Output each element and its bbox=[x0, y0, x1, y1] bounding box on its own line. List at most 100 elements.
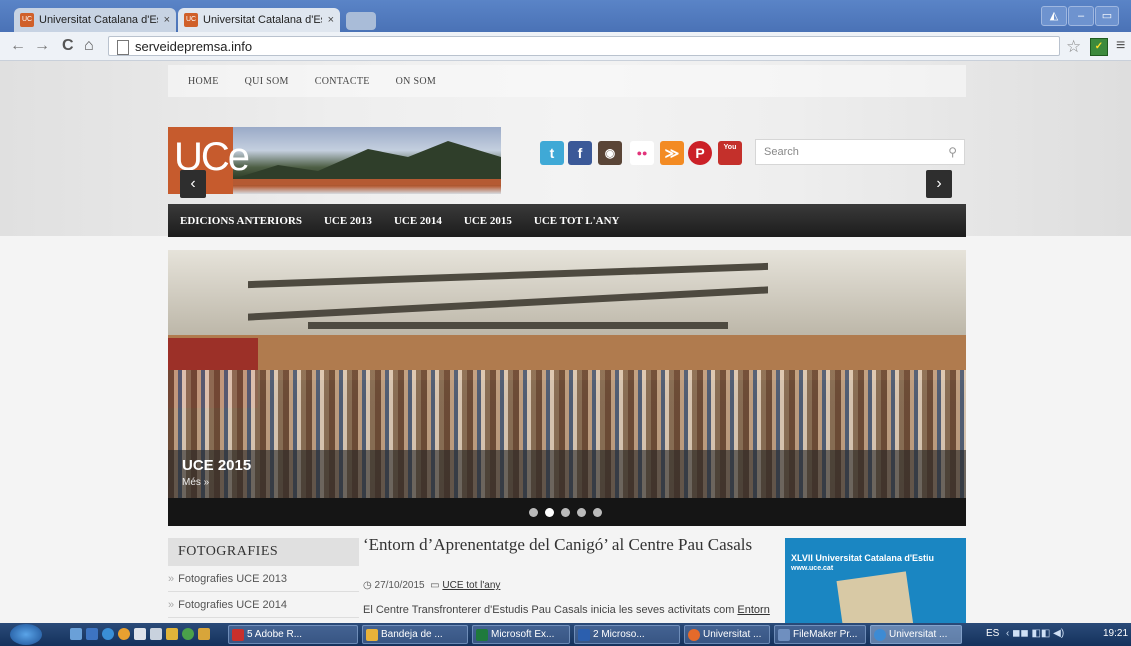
nav-uce-2014[interactable]: UCE 2014 bbox=[394, 215, 442, 227]
taskbar-item[interactable]: Universitat ... bbox=[684, 625, 770, 644]
close-icon[interactable]: × bbox=[328, 14, 334, 26]
home-icon[interactable]: ⌂ bbox=[84, 37, 94, 55]
sidebar-title: FOTOGRAFIES bbox=[168, 538, 359, 566]
nav-uce-2013[interactable]: UCE 2013 bbox=[324, 215, 372, 227]
slide-more-link[interactable]: Més » bbox=[182, 477, 209, 488]
firefox-icon[interactable] bbox=[118, 628, 130, 640]
forward-arrow-icon[interactable]: → bbox=[34, 37, 50, 55]
browser-tabstrip: UC Universitat Catalana d'Esti × UC Univ… bbox=[0, 0, 1131, 32]
site-logo-banner[interactable]: UCe bbox=[168, 127, 501, 194]
taskbar-item-label: Universitat ... bbox=[889, 629, 948, 640]
slide-photo-beam bbox=[308, 322, 728, 329]
tab-title: Universitat Catalana d'Esti bbox=[203, 14, 322, 26]
tray-icons[interactable]: ‹ ◼◼ ◧◧ ◀) bbox=[1006, 628, 1064, 639]
close-icon[interactable]: × bbox=[164, 14, 170, 26]
sidebar-link-label: Fotografies UCE 2013 bbox=[178, 573, 287, 585]
reload-icon[interactable]: C bbox=[62, 37, 74, 55]
minimize-button[interactable]: – bbox=[1068, 6, 1094, 26]
taskbar-item-label: 5 Adobe R... bbox=[247, 629, 303, 640]
ad-url: www.uce.cat bbox=[791, 565, 834, 572]
slider-dot-active[interactable] bbox=[545, 508, 554, 517]
bullet-icon: » bbox=[168, 599, 175, 611]
new-tab-button[interactable] bbox=[346, 12, 376, 30]
article-excerpt: El Centre Transfronterer d'Estudis Pau C… bbox=[363, 604, 773, 616]
document-icon[interactable] bbox=[150, 628, 162, 640]
nav-uce-2015[interactable]: UCE 2015 bbox=[464, 215, 512, 227]
excel-icon bbox=[476, 629, 488, 641]
pinterest-icon[interactable]: P bbox=[688, 141, 712, 165]
facebook-icon[interactable]: f bbox=[568, 141, 592, 165]
nav-link-on-som[interactable]: ON SOM bbox=[396, 76, 436, 87]
rss-icon[interactable]: ≫ bbox=[660, 141, 684, 165]
flickr-icon[interactable]: ●● bbox=[630, 141, 654, 165]
chrome-icon[interactable] bbox=[182, 628, 194, 640]
restore-button[interactable]: ▭ bbox=[1095, 6, 1119, 26]
article-meta: ◷ 27/10/2015 ▭ UCE tot l'any bbox=[363, 580, 500, 591]
slide-caption-title: UCE 2015 bbox=[182, 457, 252, 474]
youtube-icon[interactable]: You bbox=[718, 141, 742, 165]
extension-icon[interactable]: ✓ bbox=[1090, 38, 1108, 56]
sidebar-divider bbox=[168, 617, 359, 618]
instagram-icon[interactable]: ◉ bbox=[598, 141, 622, 165]
main-navigation: EDICIONS ANTERIORS UCE 2013 UCE 2014 UCE… bbox=[168, 204, 966, 237]
search-box[interactable]: Search ⚲ bbox=[755, 139, 965, 165]
bookmark-star-icon[interactable]: ☆ bbox=[1066, 37, 1081, 57]
article-category-link[interactable]: UCE tot l'any bbox=[442, 580, 500, 591]
user-icon[interactable]: ◭ bbox=[1041, 6, 1067, 26]
back-arrow-icon[interactable]: ← bbox=[10, 37, 26, 55]
nav-link-contacte[interactable]: CONTACTE bbox=[315, 76, 370, 87]
slider-prev-arrow-icon[interactable]: ‹ bbox=[180, 170, 206, 198]
search-icon[interactable]: ⚲ bbox=[948, 140, 957, 164]
adobe-reader-icon bbox=[232, 629, 244, 641]
bullet-icon: » bbox=[168, 573, 175, 585]
mountain-illustration bbox=[233, 141, 501, 185]
ad-artwork bbox=[836, 571, 914, 623]
show-desktop-icon[interactable] bbox=[70, 628, 82, 640]
chrome-icon bbox=[874, 629, 886, 641]
sidebar-link[interactable]: » Fotografies UCE 2013 bbox=[168, 573, 287, 585]
slider-next-arrow-icon[interactable]: › bbox=[926, 170, 952, 198]
search-placeholder: Search bbox=[764, 146, 799, 158]
mail-icon bbox=[366, 629, 378, 641]
top-navigation: HOME QUI SOM CONTACTE ON SOM bbox=[168, 65, 966, 97]
taskbar-item-label: Universitat ... bbox=[703, 629, 762, 640]
taskbar-item[interactable]: 5 Adobe R... bbox=[228, 625, 358, 644]
slider-dot[interactable] bbox=[593, 508, 602, 517]
sidebar-link[interactable]: » Fotografies UCE 2014 bbox=[168, 599, 287, 611]
taskbar-item-active[interactable]: Universitat ... bbox=[870, 625, 962, 644]
clock[interactable]: 19:21 bbox=[1103, 628, 1128, 639]
image-slider[interactable]: UCE 2015 Més » bbox=[168, 250, 966, 498]
windows-start-button[interactable] bbox=[10, 624, 42, 645]
sidebar-link-label: Fotografies UCE 2014 bbox=[178, 599, 287, 611]
media-icon[interactable] bbox=[198, 628, 210, 640]
slider-dot[interactable] bbox=[577, 508, 586, 517]
nav-edicions-anteriors[interactable]: EDICIONS ANTERIORS bbox=[180, 215, 302, 227]
twitter-icon[interactable]: t bbox=[540, 141, 564, 165]
nav-link-home[interactable]: HOME bbox=[188, 76, 219, 87]
taskbar-item[interactable]: Microsoft Ex... bbox=[472, 625, 570, 644]
app-icon[interactable] bbox=[166, 628, 178, 640]
uce-ad-banner[interactable]: XLVII Universitat Catalana d'Estiu www.u… bbox=[785, 538, 966, 623]
explorer-icon[interactable] bbox=[86, 628, 98, 640]
nav-uce-tot-lany[interactable]: UCE TOT L'ANY bbox=[534, 215, 620, 227]
browser-tab-active[interactable]: UC Universitat Catalana d'Esti × bbox=[178, 8, 340, 32]
chrome-menu-icon[interactable]: ≡ bbox=[1116, 37, 1125, 55]
nav-link-qui-som[interactable]: QUI SOM bbox=[245, 76, 289, 87]
taskbar-item[interactable]: Bandeja de ... bbox=[362, 625, 468, 644]
taskbar-item[interactable]: FileMaker Pr... bbox=[774, 625, 866, 644]
browser-tab[interactable]: UC Universitat Catalana d'Esti × bbox=[14, 8, 176, 32]
folder-icon: ▭ bbox=[430, 580, 440, 591]
address-bar[interactable]: serveidepremsa.info bbox=[108, 36, 1060, 56]
ie-icon[interactable] bbox=[102, 628, 114, 640]
url-text: serveidepremsa.info bbox=[135, 39, 253, 54]
uce-favicon-icon: UC bbox=[184, 13, 198, 27]
slider-dot[interactable] bbox=[529, 508, 538, 517]
slider-dot[interactable] bbox=[561, 508, 570, 517]
notepad-icon[interactable] bbox=[134, 628, 146, 640]
tab-title: Universitat Catalana d'Esti bbox=[39, 14, 158, 26]
excerpt-link[interactable]: Entorn bbox=[737, 604, 769, 616]
taskbar-item[interactable]: 2 Microso... bbox=[574, 625, 680, 644]
browser-toolbar: ← → C ⌂ serveidepremsa.info bbox=[0, 32, 1131, 61]
language-indicator[interactable]: ES bbox=[986, 628, 999, 639]
article-title[interactable]: ‘Entorn d’Aprenentatge del Canigó’ al Ce… bbox=[363, 536, 763, 553]
